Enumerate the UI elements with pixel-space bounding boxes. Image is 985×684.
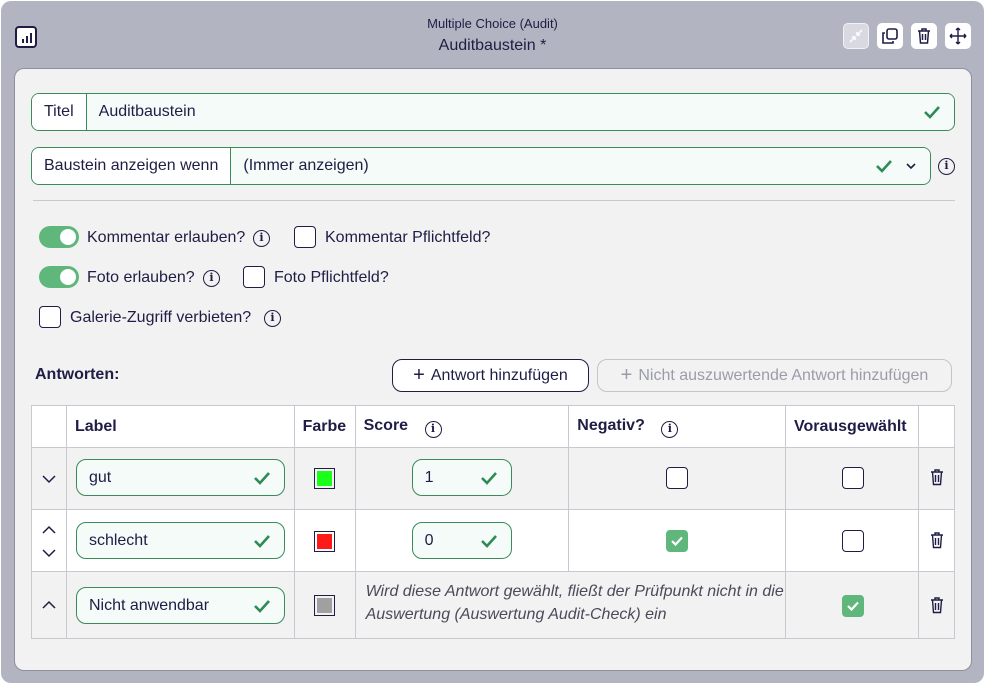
title-field-label: Titel (32, 94, 87, 130)
info-icon[interactable]: i (264, 310, 281, 327)
check-icon (847, 601, 859, 612)
info-icon[interactable]: i (253, 230, 270, 247)
chevron-down-icon (906, 163, 916, 170)
chevron-down-icon[interactable] (41, 547, 57, 559)
table-row: Nicht anwendbar Wird diese Antwort gewäh… (31, 571, 956, 639)
plus-icon: + (413, 364, 425, 386)
photo-required-checkbox[interactable] (243, 266, 265, 288)
info-icon[interactable]: i (661, 421, 679, 438)
not-applicable-note: Wird diese Antwort gewählt, fließt der P… (365, 583, 784, 623)
comment-allowed-toggle[interactable] (39, 226, 79, 248)
valid-check-icon (480, 471, 497, 485)
col-score: Score i (354, 405, 570, 448)
delete-block-button[interactable] (911, 23, 937, 49)
modal-window: Multiple Choice (Audit) Auditbaustein * … (1, 1, 984, 683)
answer-label-input[interactable]: Nicht anwendbar (75, 587, 285, 624)
check-icon (671, 536, 684, 547)
chevron-down-icon[interactable] (41, 472, 57, 486)
photo-required-label: Foto Pflichtfeld? (274, 269, 389, 286)
block-type: Multiple Choice (Audit) (427, 16, 558, 31)
move-icon (949, 27, 967, 45)
collapse-icon (849, 29, 863, 43)
valid-check-icon (480, 534, 497, 548)
col-reorder (31, 405, 67, 448)
trash-icon[interactable] (929, 532, 945, 549)
table-row: gut 1 (31, 447, 956, 510)
condition-select[interactable]: Baustein anzeigen wenn (Immer anzeigen) (31, 147, 931, 185)
comment-allowed-label: Kommentar erlauben? (87, 229, 246, 246)
col-negative: Negativ? i (568, 405, 786, 448)
editor-panel: Titel Auditbaustein Baustein anzeigen we… (14, 68, 972, 671)
answer-label-input[interactable]: schlecht (75, 522, 285, 559)
title-field[interactable]: Titel Auditbaustein (31, 93, 955, 131)
trash-icon (918, 28, 930, 44)
valid-check-icon (254, 471, 270, 485)
collapse-button[interactable] (843, 23, 869, 49)
answers-title: Antworten: (35, 366, 120, 383)
preselected-checkbox[interactable] (842, 467, 864, 489)
valid-check-icon (924, 106, 940, 119)
duplicate-button[interactable] (877, 23, 903, 49)
divider (33, 200, 955, 201)
comment-required-label: Kommentar Pflichtfeld? (325, 229, 491, 246)
col-color: Farbe (293, 405, 356, 448)
move-button[interactable] (945, 23, 971, 49)
trash-icon[interactable] (929, 597, 945, 614)
photo-allowed-toggle[interactable] (39, 266, 79, 288)
condition-select-label: Baustein anzeigen wenn (32, 148, 232, 184)
valid-check-icon (876, 160, 892, 173)
color-swatch[interactable] (313, 468, 335, 489)
photo-allowed-label: Foto erlauben? (87, 269, 195, 286)
copy-icon (882, 28, 898, 44)
answer-label-input[interactable]: gut (75, 459, 285, 496)
answers-table: Label Farbe Score i Negativ? i Vorausgew… (31, 405, 956, 639)
gallery-forbidden-label: Galerie-Zugriff verbieten? (70, 309, 252, 326)
negative-checkbox[interactable] (666, 530, 689, 552)
info-icon[interactable]: i (424, 421, 442, 438)
chevron-up-icon[interactable] (41, 524, 57, 536)
trash-icon[interactable] (929, 469, 945, 486)
condition-value: (Immer anzeigen) (243, 157, 369, 174)
table-row: schlecht 0 (31, 509, 956, 572)
score-input[interactable]: 1 (411, 459, 512, 496)
preselected-checkbox[interactable] (842, 595, 864, 617)
valid-check-icon (254, 599, 270, 613)
info-icon[interactable]: i (938, 158, 955, 175)
preselected-checkbox[interactable] (842, 530, 864, 552)
col-label: Label (65, 405, 295, 448)
plus-icon: + (620, 364, 633, 386)
col-actions (917, 405, 956, 448)
valid-check-icon (254, 534, 270, 548)
score-input[interactable]: 0 (411, 522, 512, 559)
gallery-forbidden-checkbox[interactable] (39, 306, 61, 328)
color-swatch[interactable] (313, 531, 335, 552)
comment-required-checkbox[interactable] (294, 226, 316, 248)
negative-checkbox[interactable] (666, 467, 689, 489)
chevron-up-icon[interactable] (41, 599, 57, 611)
add-nonscored-answer-button[interactable]: + Nicht auszuwertende Antwort hinzufügen (597, 359, 952, 392)
color-swatch[interactable] (313, 595, 335, 616)
info-icon[interactable]: i (203, 270, 220, 287)
col-preselected: Vorausgewählt (785, 405, 919, 448)
block-title: Auditbaustein * (438, 37, 547, 54)
add-answer-button[interactable]: + Antwort hinzufügen (392, 359, 589, 392)
title-input[interactable]: Auditbaustein (99, 103, 196, 121)
